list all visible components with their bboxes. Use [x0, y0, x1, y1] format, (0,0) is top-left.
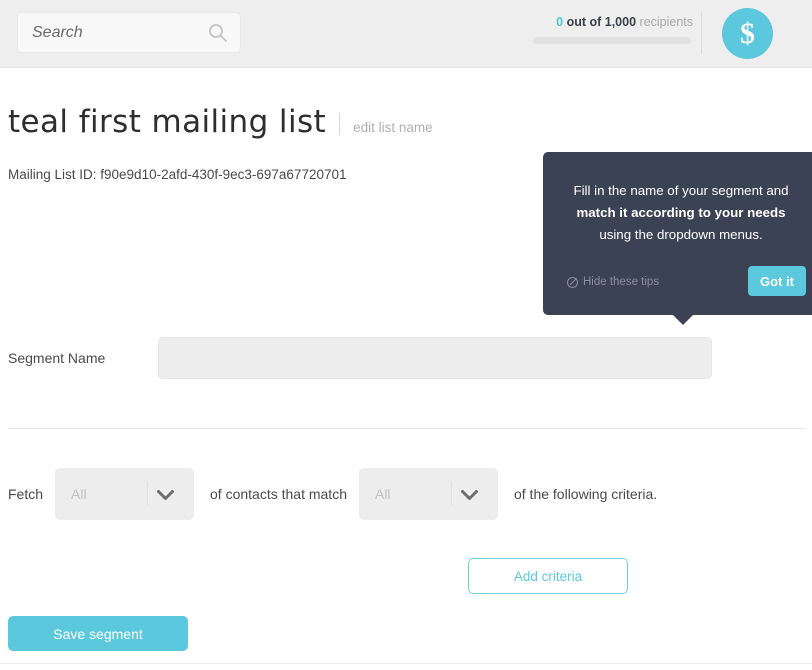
page-title-row: teal first mailing list edit list name: [8, 104, 433, 140]
fetch-label: Fetch: [8, 486, 44, 502]
hide-tips-label: Hide these tips: [583, 276, 660, 288]
tips-tooltip: Fill in the name of your segment and mat…: [543, 152, 812, 315]
fetch-middle-text: of contacts that match: [210, 486, 347, 502]
app-header: 0 out of 1,000 recipients $: [0, 0, 812, 68]
recipients-progress-bar: [533, 37, 691, 44]
fetch-criteria-row: Fetch All of contacts that match All of …: [8, 468, 657, 520]
recipients-label: recipients: [639, 15, 694, 29]
circle-slash-icon: [567, 276, 578, 288]
search-box[interactable]: [17, 12, 241, 53]
segment-name-label: Segment Name: [8, 350, 106, 366]
mailing-list-id: Mailing List ID: f90e9d10-2afd-430f-9ec3…: [8, 167, 347, 182]
dropdown-separator: [147, 482, 149, 506]
fetch-quantity-dropdown[interactable]: All: [55, 468, 195, 520]
edit-list-name-link[interactable]: edit list name: [353, 120, 433, 135]
save-segment-button[interactable]: Save segment: [8, 616, 188, 651]
chevron-down-icon: [157, 488, 175, 506]
search-input[interactable]: [30, 13, 205, 52]
hide-tips-link[interactable]: Hide these tips: [567, 276, 659, 288]
footer-divider: [0, 663, 812, 664]
avatar[interactable]: $: [722, 8, 773, 59]
match-type-dropdown[interactable]: All: [358, 468, 498, 520]
dropdown-separator: [450, 482, 452, 506]
fetch-tail-text: of the following criteria.: [513, 486, 658, 502]
header-divider: [701, 12, 702, 54]
got-it-button[interactable]: Got it: [748, 266, 806, 296]
segment-name-input[interactable]: [158, 337, 712, 379]
tooltip-text-part1: Fill in the name of your segment and: [573, 183, 789, 198]
title-separator: [339, 113, 341, 135]
tooltip-text-bold: match it according to your needs: [576, 205, 786, 220]
page-title: teal first mailing list: [8, 104, 327, 140]
match-type-value: All: [374, 486, 391, 502]
add-criteria-button[interactable]: Add criteria: [468, 558, 628, 594]
recipients-status: 0 out of 1,000 recipients: [533, 14, 693, 44]
search-icon[interactable]: [208, 23, 228, 43]
chevron-down-icon: [460, 488, 478, 506]
recipients-middle: out of 1,000: [563, 15, 640, 29]
tooltip-message: Fill in the name of your segment and mat…: [567, 180, 795, 246]
section-divider: [8, 428, 805, 429]
recipients-text: 0 out of 1,000 recipients: [533, 14, 693, 30]
fetch-quantity-value: All: [71, 486, 87, 502]
tooltip-arrow: [672, 314, 694, 325]
tooltip-text-part2: using the dropdown menus.: [599, 227, 763, 242]
